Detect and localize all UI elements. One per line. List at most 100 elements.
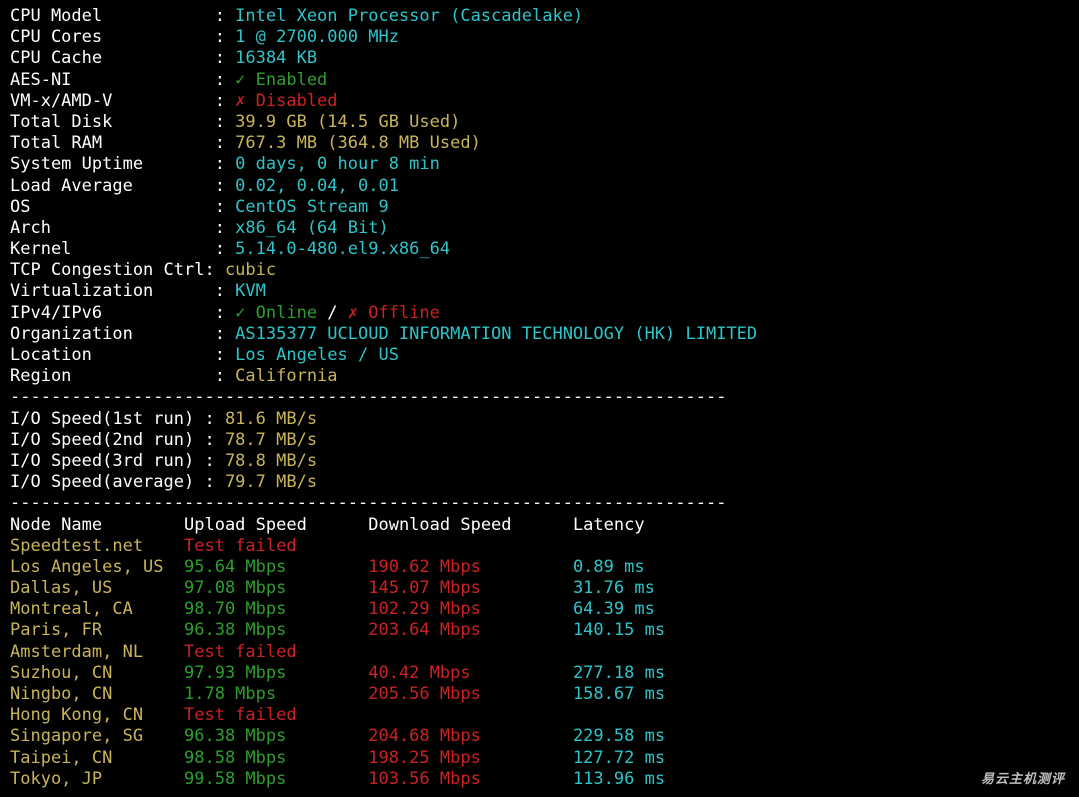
separator-line: ----------------------------------------… [10,493,727,514]
sysinfo-value: ✓ Enabled [235,69,328,90]
location-row: Organization : AS135377 UCLOUD INFORMATI… [10,324,757,345]
speed-table-row: Suzhou, CN 97.93 Mbps 40.42 Mbps 277.18 … [10,663,757,684]
header-node-name: Node Name [10,514,184,535]
io-value: 78.7 MB/s [224,429,318,450]
upload-speed: 1.78 Mbps [184,684,369,704]
upload-speed: 99.58 Mbps [184,768,369,789]
sysinfo-label: VM-x/AMD-V : [10,90,236,111]
sysinfo-value: ✗ Disabled [235,90,338,111]
speed-table-row: Singapore, SG 96.38 Mbps 204.68 Mbps 229… [10,726,757,747]
test-failed: Test failed [184,641,297,662]
upload-speed: 96.38 Mbps [184,726,369,747]
latency: 31.76 ms [572,578,655,599]
sysinfo-value: Intel Xeon Processor (Cascadelake) [235,6,584,26]
location-label: Region : [10,366,236,387]
download-speed: 102.29 Mbps [368,599,573,620]
node-name: Tokyo, JP [10,768,184,789]
download-speed: 190.62 Mbps [368,556,573,577]
ipv4-status: ✓ Online [235,302,318,323]
node-name: Speedtest.net [10,535,184,556]
sysinfo-row: AES-NI : ✓ Enabled [10,70,757,91]
speed-table-row: Paris, FR 96.38 Mbps 203.64 Mbps 140.15 … [10,620,757,641]
location-row: Location : Los Angeles / US [10,345,757,366]
sysinfo-label: Virtualization : [10,281,236,302]
separator: ----------------------------------------… [10,493,757,514]
io-row: I/O Speed(1st run) : 81.6 MB/s [10,409,757,430]
sysinfo-row: CPU Cores : 1 @ 2700.000 MHz [10,27,757,48]
sysinfo-label: Arch : [10,217,236,238]
latency: 158.67 ms [572,684,666,704]
upload-speed: 97.93 Mbps [184,662,369,683]
sysinfo-row: OS : CentOS Stream 9 [10,197,757,218]
terminal-output: CPU Model : Intel Xeon Processor (Cascad… [10,6,757,790]
download-speed: 203.64 Mbps [368,620,573,641]
ipv6-status: ✗ Offline [347,302,440,323]
sysinfo-label: System Uptime : [10,154,236,175]
download-speed: 198.25 Mbps [368,747,573,768]
header-latency: Latency [572,514,645,535]
sysinfo-row: System Uptime : 0 days, 0 hour 8 min [10,154,757,175]
speed-table-row: Dallas, US 97.08 Mbps 145.07 Mbps 31.76 … [10,578,757,599]
io-row: I/O Speed(3rd run) : 78.8 MB/s [10,451,757,472]
sysinfo-value: x86_64 (64 Bit) [235,217,389,238]
upload-speed: 98.70 Mbps [184,599,369,620]
sysinfo-value: 5.14.0-480.el9.x86_64 [235,239,451,260]
node-name: Montreal, CA [10,599,184,620]
latency: 140.15 ms [572,620,666,641]
node-name: Suzhou, CN [10,662,184,683]
sysinfo-label: Load Average : [10,175,236,196]
test-failed: Test failed [184,705,297,726]
location-value: Los Angeles / US [235,345,399,365]
upload-speed: 97.08 Mbps [184,578,369,599]
node-name: Hong Kong, CN [10,705,184,726]
speed-table-row: Tokyo, JP 99.58 Mbps 103.56 Mbps 113.96 … [10,769,757,790]
speed-table-row: Los Angeles, US 95.64 Mbps 190.62 Mbps 0… [10,557,757,578]
upload-speed: 95.64 Mbps [184,556,369,577]
sysinfo-value: 16384 KB [235,48,318,69]
node-name: Dallas, US [10,578,184,599]
sysinfo-label: CPU Cores : [10,27,236,48]
speed-table-row: Speedtest.net Test failed [10,536,757,557]
io-row: I/O Speed(average) : 79.7 MB/s [10,472,757,493]
latency: 229.58 ms [572,726,666,747]
sysinfo-label: AES-NI : [10,69,236,90]
io-value: 79.7 MB/s [224,472,318,493]
node-name: Ningbo, CN [10,684,184,704]
header-upload: Upload Speed [184,514,369,535]
sysinfo-row: Kernel : 5.14.0-480.el9.x86_64 [10,239,757,260]
sysinfo-row: Load Average : 0.02, 0.04, 0.01 [10,176,757,197]
speed-table-row: Ningbo, CN 1.78 Mbps 205.56 Mbps 158.67 … [10,684,757,705]
upload-speed: 98.58 Mbps [184,747,369,768]
sysinfo-row: VM-x/AMD-V : ✗ Disabled [10,91,757,112]
sysinfo-label: Total Disk : [10,111,236,132]
location-label: Organization : [10,323,236,344]
sysinfo-row: TCP Congestion Ctrl: cubic [10,260,757,281]
sysinfo-value: 39.9 GB (14.5 GB Used) [235,111,461,132]
sysinfo-label: Kernel : [10,239,236,260]
sysinfo-label: Total RAM : [10,133,236,154]
io-row: I/O Speed(2nd run) : 78.7 MB/s [10,430,757,451]
test-failed: Test failed [184,535,297,556]
sysinfo-value: 1 @ 2700.000 MHz [235,27,399,48]
node-name: Paris, FR [10,620,184,641]
sysinfo-row: CPU Model : Intel Xeon Processor (Cascad… [10,6,757,27]
download-speed: 204.68 Mbps [368,726,573,747]
sysinfo-label: TCP Congestion Ctrl: [10,260,225,281]
separator-line: ----------------------------------------… [10,387,727,408]
speed-table-row: Hong Kong, CN Test failed [10,705,757,726]
sysinfo-row: Total Disk : 39.9 GB (14.5 GB Used) [10,112,757,133]
ip-label: IPv4/IPv6 : [10,302,236,323]
latency: 277.18 ms [572,662,666,683]
sysinfo-value: KVM [235,281,266,302]
latency: 64.39 ms [572,599,655,620]
node-name: Taipei, CN [10,747,184,768]
io-label: I/O Speed(3rd run) : [10,450,225,471]
separator: ----------------------------------------… [10,387,757,408]
download-speed: 205.56 Mbps [368,684,573,704]
io-label: I/O Speed(average) : [10,472,225,493]
speed-table-row: Montreal, CA 98.70 Mbps 102.29 Mbps 64.3… [10,599,757,620]
speed-table-header: Node Name Upload Speed Download Speed La… [10,515,757,536]
sysinfo-value: 767.3 MB (364.8 MB Used) [235,133,481,154]
ip-slash: / [317,302,348,323]
location-value: California [235,366,338,387]
